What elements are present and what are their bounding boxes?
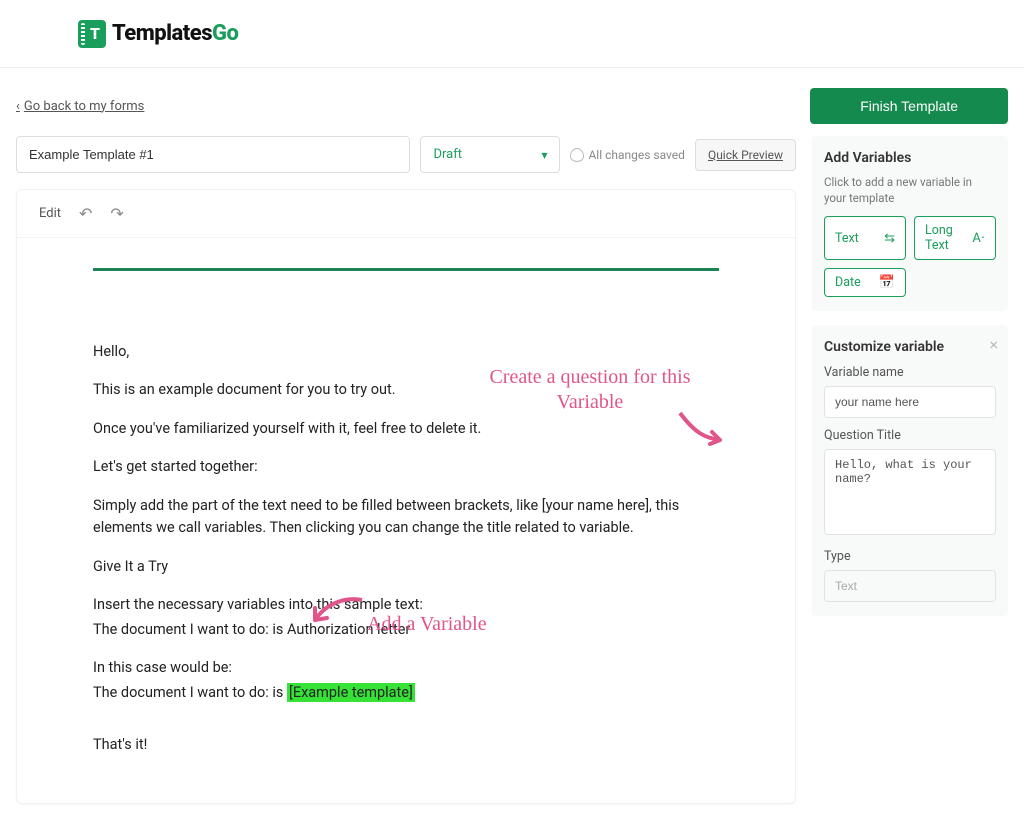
right-column: Add Variables Click to add a new variabl… <box>812 136 1008 630</box>
variable-type-input[interactable] <box>824 570 996 602</box>
chevron-left-icon: ‹ <box>16 99 20 114</box>
top-bar: T TemplatesGo <box>0 0 1024 68</box>
variable-highlight[interactable]: [Example template] <box>287 683 415 702</box>
logo[interactable]: T TemplatesGo <box>78 20 238 48</box>
editor-card: Edit ↶ ↷ Hello, This is an example docum… <box>16 189 796 804</box>
doc-text: The document I want to do: is <box>93 684 287 701</box>
variable-chip-text[interactable]: Text ⇆ <box>824 216 906 260</box>
doc-paragraph: Let's get started together: <box>93 456 719 478</box>
panel-title: Customize variable <box>824 339 996 355</box>
back-link[interactable]: ‹ Go back to my forms <box>16 99 144 114</box>
main-layout: Draft ▾ All changes saved Quick Preview … <box>0 136 1024 824</box>
panel-hint: Click to add a new variable in your temp… <box>824 174 996 206</box>
cloud-icon <box>570 148 584 162</box>
logo-text-main: Templates <box>112 21 212 46</box>
meta-row: Draft ▾ All changes saved Quick Preview <box>16 136 796 173</box>
doc-paragraph: Insert the necessary variables into this… <box>93 594 719 616</box>
logo-text: TemplatesGo <box>112 21 238 46</box>
field-label-question-title: Question Title <box>824 428 996 443</box>
status-select[interactable]: Draft ▾ <box>420 136 560 173</box>
question-title-input[interactable]: Hello, what is your name? <box>824 449 996 535</box>
long-text-icon: A⋅ <box>972 231 985 246</box>
variable-chips: Text ⇆ Long Text A⋅ Date 📅 <box>824 216 996 297</box>
document-divider <box>93 268 719 271</box>
undo-icon[interactable]: ↶ <box>79 204 92 223</box>
calendar-icon: 📅 <box>879 275 895 290</box>
chip-label: Text <box>835 231 859 246</box>
panel-title: Add Variables <box>824 150 996 166</box>
variable-name-input[interactable] <box>824 386 996 418</box>
redo-icon[interactable]: ↷ <box>110 204 123 223</box>
doc-paragraph: Once you've familiarized yourself with i… <box>93 418 719 440</box>
logo-text-accent: Go <box>212 21 238 46</box>
doc-paragraph: Give It a Try <box>93 556 719 578</box>
back-link-label: Go back to my forms <box>24 99 144 114</box>
variable-chip-date[interactable]: Date 📅 <box>824 268 906 297</box>
template-title-input[interactable] <box>16 136 410 173</box>
variable-chip-long-text[interactable]: Long Text A⋅ <box>914 216 996 260</box>
doc-paragraph: This is an example document for you to t… <box>93 379 719 401</box>
close-icon[interactable]: × <box>989 335 998 354</box>
action-row: ‹ Go back to my forms Finish Template <box>0 68 1024 136</box>
left-column: Draft ▾ All changes saved Quick Preview … <box>16 136 796 804</box>
doc-paragraph: Simply add the part of the text need to … <box>93 495 719 540</box>
finish-template-button[interactable]: Finish Template <box>810 88 1008 124</box>
doc-paragraph: The document I want to do: is [Example t… <box>93 682 719 704</box>
field-label-type: Type <box>824 549 996 564</box>
document-body[interactable]: Hello, This is an example document for y… <box>17 238 795 803</box>
doc-paragraph: The document I want to do: is Authorizat… <box>93 619 719 641</box>
doc-paragraph: In this case would be: <box>93 657 719 679</box>
chip-label: Long Text <box>925 223 972 253</box>
add-variables-panel: Add Variables Click to add a new variabl… <box>812 136 1008 311</box>
doc-paragraph: Hello, <box>93 341 719 363</box>
saved-status: All changes saved <box>570 148 684 162</box>
text-width-icon: ⇆ <box>884 231 895 246</box>
editor-toolbar: Edit ↶ ↷ <box>17 190 795 238</box>
status-value: Draft <box>433 147 462 162</box>
doc-paragraph: That's it! <box>93 734 719 756</box>
quick-preview-button[interactable]: Quick Preview <box>695 139 796 171</box>
chevron-down-icon: ▾ <box>541 148 547 162</box>
chip-label: Date <box>835 275 861 290</box>
saved-status-text: All changes saved <box>588 148 684 162</box>
field-label-variable-name: Variable name <box>824 365 996 380</box>
edit-menu[interactable]: Edit <box>39 206 61 221</box>
logo-mark-icon: T <box>78 20 106 48</box>
customize-variable-panel: × Customize variable Variable name Quest… <box>812 325 1008 616</box>
